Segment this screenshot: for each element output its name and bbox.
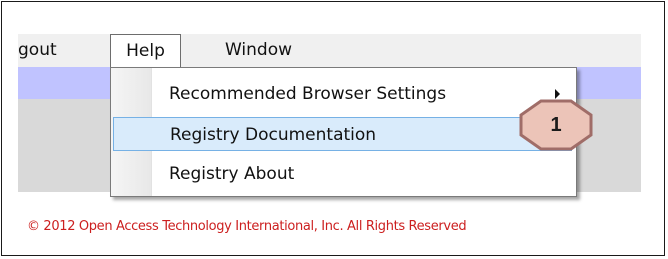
menu-item-registry-documentation[interactable]: Registry Documentation bbox=[113, 117, 572, 151]
callout-number: 1 bbox=[550, 114, 562, 136]
copyright-footer: © 2012 Open Access Technology Internatio… bbox=[27, 219, 467, 234]
menu-item-label: Recommended Browser Settings bbox=[169, 84, 447, 104]
menu-bar: gout Help Window bbox=[18, 34, 641, 68]
help-dropdown-menu: Recommended Browser Settings Registry Do… bbox=[110, 67, 577, 197]
submenu-arrow-icon bbox=[555, 89, 560, 99]
menu-window[interactable]: Window bbox=[225, 34, 292, 67]
menu-item-label: Registry About bbox=[169, 164, 295, 184]
menu-item-label: Registry Documentation bbox=[170, 125, 377, 145]
step-callout: 1 bbox=[519, 99, 593, 151]
menu-item-registry-about[interactable]: Registry About bbox=[113, 157, 572, 191]
menu-logout[interactable]: gout bbox=[18, 34, 98, 67]
menu-help[interactable]: Help bbox=[110, 34, 181, 68]
menu-item-recommended-browser-settings[interactable]: Recommended Browser Settings bbox=[113, 77, 572, 111]
